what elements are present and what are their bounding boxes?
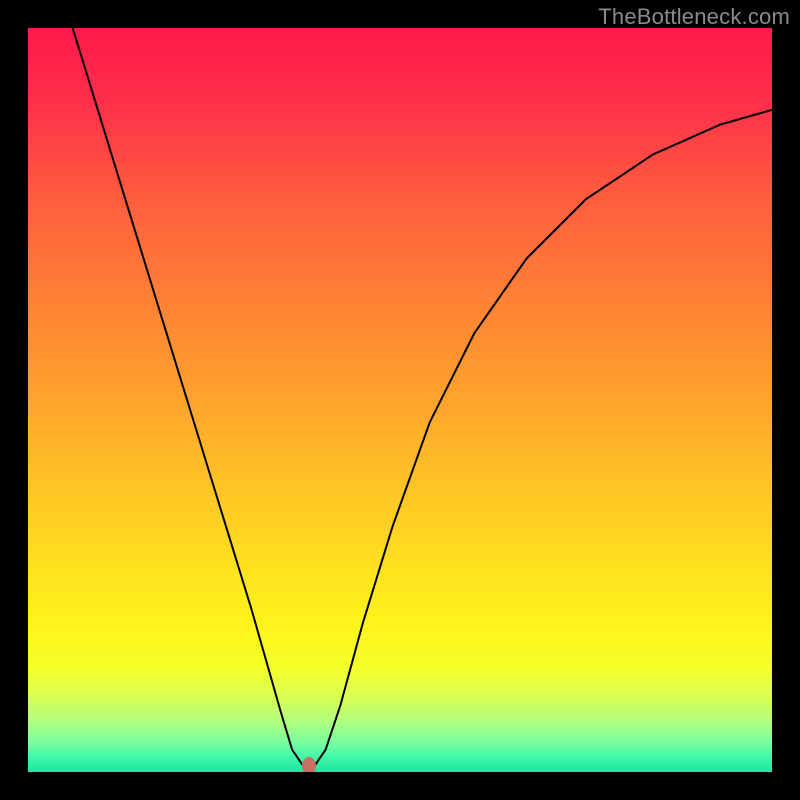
chart-frame: TheBottleneck.com xyxy=(0,0,800,800)
gradient-rect xyxy=(28,28,772,772)
watermark-text: TheBottleneck.com xyxy=(598,4,790,30)
background-gradient xyxy=(28,28,772,772)
plot-area xyxy=(28,28,772,772)
